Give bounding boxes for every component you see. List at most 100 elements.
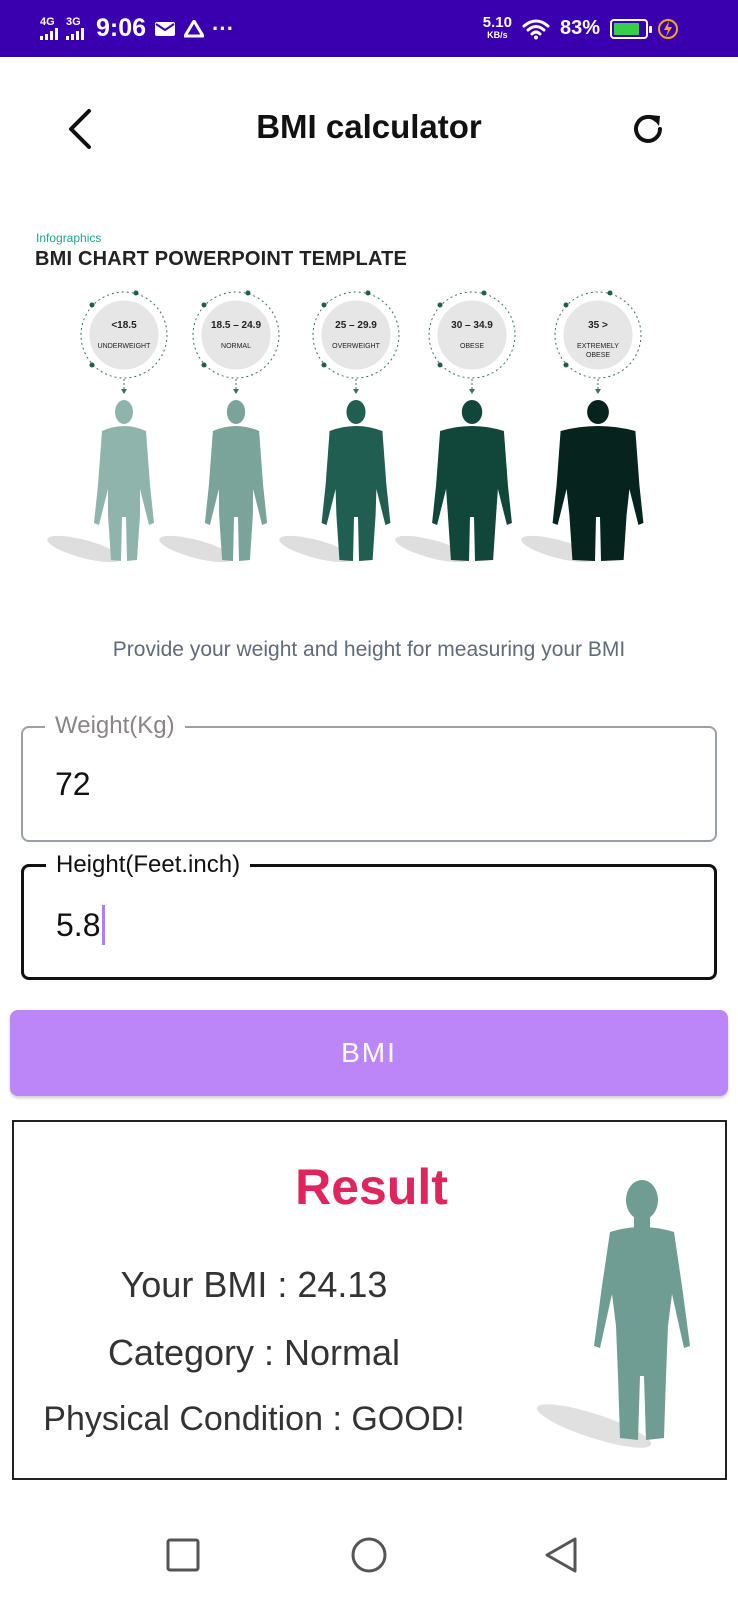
- refresh-icon: [634, 114, 662, 143]
- calculate-bmi-button[interactable]: BMI: [10, 1010, 728, 1096]
- badge-dot: [365, 290, 371, 296]
- weight-field[interactable]: Weight(Kg) 72: [21, 712, 717, 842]
- signal-icon-2: [66, 28, 84, 40]
- badge-dot: [437, 362, 443, 368]
- infographic-figures: <18.5 UNDERWEIGHT 18.5 – 24.9 NORMAL 25 – 29…: [47, 290, 644, 563]
- figure-head: [226, 400, 246, 424]
- figure-torso: [552, 426, 644, 561]
- badge-dot: [245, 290, 251, 296]
- height-field[interactable]: Height(Feet.inch) 5.8: [21, 851, 717, 980]
- triangle-back-icon: [545, 1537, 577, 1573]
- badge-dot: [133, 290, 139, 296]
- system-nav-bar: [0, 1510, 738, 1600]
- arrow-head: [469, 389, 475, 394]
- bmi-category-label-2: OBESE: [586, 352, 610, 359]
- body-figure: [432, 400, 512, 561]
- bmi-range-label: 25 – 29.9: [335, 320, 377, 331]
- signal-icon: [40, 28, 58, 40]
- category-text: Category : Normal: [107, 1332, 401, 1373]
- weight-input[interactable]: 72: [55, 766, 91, 803]
- body-figure: [94, 400, 154, 561]
- speed-unit: KB/s: [487, 29, 508, 40]
- status-bar: 4G 3G 9:06 ··· 5.10 KB/s 83%: [0, 0, 738, 57]
- bmi-category-2: 18.5 – 24.9 NORMAL: [159, 290, 280, 563]
- bmi-category-5: 35 > EXTREMELY OBESE: [521, 290, 644, 563]
- badge-circle: [318, 297, 394, 373]
- body-figure: [552, 400, 644, 561]
- height-label: Height(Feet.inch): [46, 851, 251, 879]
- bmi-category-3: 25 – 29.9 OVERWEIGHT: [279, 290, 400, 563]
- badge-dot: [481, 290, 487, 296]
- status-left: 4G 3G 9:06 ···: [40, 0, 234, 57]
- instruction-text: Provide your weight and height for measu…: [112, 638, 626, 661]
- figure-head: [461, 400, 483, 424]
- badge-circle: [198, 297, 274, 373]
- badge-dot: [563, 362, 569, 368]
- infographic-subtitle: Infographics: [36, 231, 102, 245]
- badge-circle: [434, 297, 510, 373]
- badge-dot: [201, 302, 207, 308]
- infographic-title: BMI CHART POWERPOINT TEMPLATE: [35, 248, 408, 270]
- bmi-range-label: 35 >: [588, 320, 608, 331]
- badge-dot: [201, 362, 207, 368]
- figure-torso: [432, 426, 512, 561]
- bmi-range-label: 30 – 34.9: [451, 320, 493, 331]
- bmi-category-label: OVERWEIGHT: [332, 343, 380, 350]
- figure-torso: [94, 426, 154, 561]
- square-icon: [166, 1538, 200, 1572]
- recents-button[interactable]: [158, 1530, 208, 1580]
- figure-head: [115, 400, 133, 424]
- figure-torso: [321, 426, 391, 561]
- condition-text: Physical Condition : GOOD!: [43, 1400, 465, 1438]
- figure-torso: [204, 426, 268, 561]
- weight-value: 72: [55, 766, 91, 802]
- text-cursor: [102, 905, 106, 945]
- mail-icon: [155, 21, 176, 36]
- height-input[interactable]: 5.8: [56, 905, 106, 945]
- weight-label: Weight(Kg): [45, 712, 185, 740]
- speed-value: 5.10: [482, 13, 512, 31]
- arrow-head: [233, 389, 239, 394]
- badge-circle: [86, 297, 162, 373]
- network-3g-label: 3G: [66, 16, 81, 28]
- arrow-head: [121, 389, 127, 394]
- badge-circle: [560, 297, 636, 373]
- body-figure: [204, 400, 268, 561]
- clock: 9:06: [96, 14, 147, 42]
- battery-icon: [610, 18, 652, 39]
- badge-dot: [437, 302, 443, 308]
- arrow-head: [595, 389, 601, 394]
- figure-head: [346, 400, 366, 424]
- badge-dot: [89, 302, 95, 308]
- bmi-category-1: <18.5 UNDERWEIGHT: [47, 290, 168, 563]
- result-body-figure: [536, 1180, 690, 1448]
- badge-dot: [321, 302, 327, 308]
- bmi-range-label: <18.5: [111, 320, 137, 331]
- bmi-category-label: EXTREMELY: [577, 343, 619, 350]
- bmi-category-label: OBESE: [460, 343, 484, 350]
- network-4g-label: 4G: [40, 16, 55, 28]
- figure-head: [587, 400, 609, 424]
- battery-percent: 83%: [559, 17, 600, 39]
- circle-icon: [351, 1537, 387, 1573]
- network-4g-indicator: 4G: [40, 17, 58, 40]
- badge-dot: [321, 362, 327, 368]
- bmi-category-4: 30 – 34.9 OBESE: [395, 290, 516, 563]
- arrow-head: [353, 389, 359, 394]
- network-3g-indicator: 3G: [66, 17, 84, 40]
- drive-icon: [184, 19, 205, 37]
- badge-dot: [607, 290, 613, 296]
- home-button[interactable]: [344, 1530, 394, 1580]
- body-figure: [321, 400, 391, 561]
- bmi-value-text: Your BMI : 24.13: [120, 1264, 388, 1305]
- bmi-range-label: 18.5 – 24.9: [211, 320, 261, 331]
- badge-dot: [89, 362, 95, 368]
- refresh-button[interactable]: [626, 104, 670, 154]
- wifi-icon: [522, 19, 550, 39]
- nav-back-button[interactable]: [536, 1530, 586, 1580]
- charging-icon: [658, 18, 678, 39]
- bmi-chart-infographic: Infographics BMI CHART POWERPOINT TEMPLA…: [30, 225, 690, 595]
- app-header: BMI calculator: [0, 78, 738, 188]
- height-value: 5.8: [56, 906, 101, 943]
- more-notifications-icon: ···: [212, 15, 235, 41]
